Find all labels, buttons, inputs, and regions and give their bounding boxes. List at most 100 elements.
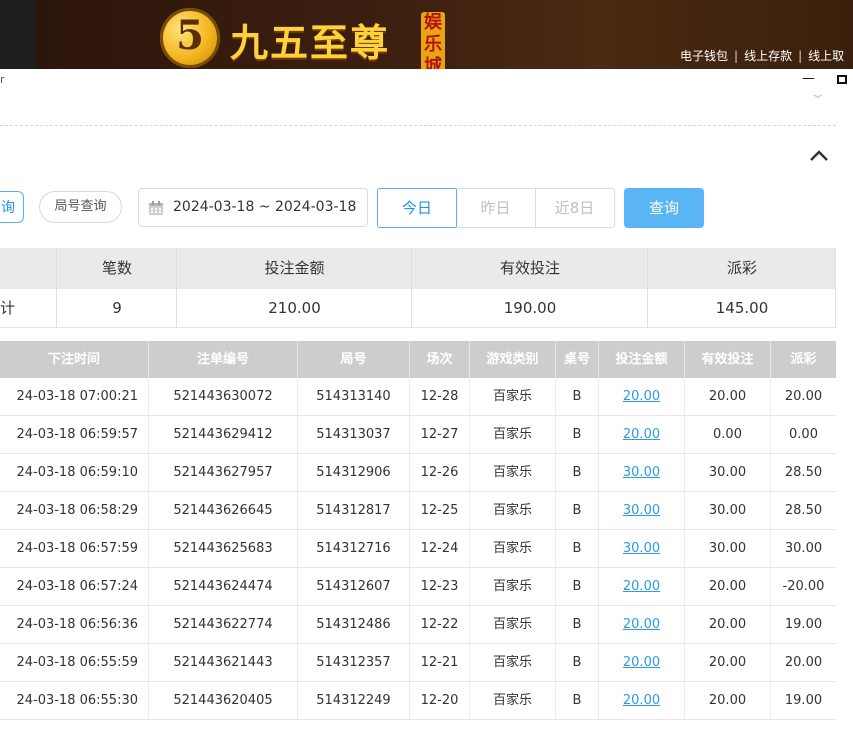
cell-bet-amount: 20.00 [599,682,685,719]
cell-valid-bet: 30.00 [685,492,771,529]
cell-payout: -20.00 [782,579,825,594]
summary-header-label [0,248,57,289]
cell-bet-amount: 30.00 [599,492,685,529]
date-range-picker[interactable]: 2024-03-18 ~ 2024-03-18 [138,188,368,227]
segment-yesterday[interactable]: 昨日 [456,188,536,228]
col-order-no: 注单编号 [149,341,298,378]
logo-icon: 5 [160,8,220,68]
banner-left-dark [0,0,36,69]
cell-order-no: 521443620405 [149,682,298,719]
cell-payout: 28.50 [784,503,823,518]
cell-table-no: B [556,530,599,567]
cell-round-no: 514312817 [298,492,410,529]
cell-bet-amount: 20.00 [599,606,685,643]
cell-table-no: B [556,606,599,643]
cell-order-no: 521443621443 [149,644,298,681]
cell-order-no: 521443625683 [149,530,298,567]
table-row: 24-03-18 06:56:36 521443622774 514312486 12… [0,606,836,644]
link-online-withdraw[interactable]: 线上取 [808,49,844,63]
cell-game-type: 百家乐 [470,454,556,491]
bet-amount-link[interactable]: 20.00 [623,427,660,442]
cell-bet-amount: 20.00 [599,568,685,605]
cell-game-type: 百家乐 [470,530,556,567]
cell-game-type: 百家乐 [470,378,556,415]
chevron-down-icon[interactable]: ⌄ [810,86,826,102]
cell-order-no: 521443624474 [149,568,298,605]
table-header: 下注时间 注单编号 局号 场次 游戏类别 桌号 投注金额 有效投注 派彩 [0,341,836,378]
link-ewallet[interactable]: 电子钱包 [680,49,728,63]
cell-bet-time: 24-03-18 06:57:24 [0,568,149,605]
cell-table-no: B [556,568,599,605]
cell-order-no: 521443630072 [149,378,298,415]
link-online-deposit[interactable]: 线上存款 [744,49,792,63]
cell-game-type: 百家乐 [470,568,556,605]
summary-header-count: 笔数 [57,248,177,289]
bet-amount-link[interactable]: 20.00 [623,579,660,594]
cell-round-no: 514312607 [298,568,410,605]
chevron-up-icon[interactable] [808,147,830,163]
summary-bet: 210.00 [177,289,412,328]
cell-bet-time: 24-03-18 06:59:57 [0,416,149,453]
cell-valid-bet: 0.00 [685,416,771,453]
minimize-icon[interactable]: — [802,71,816,86]
col-session: 场次 [410,341,470,378]
cell-payout: 28.50 [784,465,823,480]
segment-today[interactable]: 今日 [377,188,457,228]
site-badge: 娱乐城 [421,12,445,69]
cell-valid-bet: 20.00 [685,644,771,681]
cell-session: 12-24 [410,530,470,567]
table-row: 24-03-18 06:59:10 521443627957 514312906 12… [0,454,836,492]
cell-table-no: B [556,492,599,529]
cell-payout: 20.00 [784,655,823,670]
cell-payout: 19.00 [784,617,823,632]
col-table-no: 桌号 [556,341,599,378]
cell-bet-amount: 20.00 [599,378,685,415]
cell-bet-time: 24-03-18 06:57:59 [0,530,149,567]
cell-session: 12-22 [410,606,470,643]
cell-round-no: 514313140 [298,378,410,415]
table-row: 24-03-18 06:55:59 521443621443 514312357 12… [0,644,836,682]
cell-bet-amount: 20.00 [599,416,685,453]
cell-bet-time: 24-03-18 06:58:29 [0,492,149,529]
site-title: 九五至尊 [230,20,391,65]
bet-amount-link[interactable]: 20.00 [623,655,660,670]
col-game-type: 游戏类别 [470,341,556,378]
bet-amount-link[interactable]: 30.00 [623,541,660,556]
cell-table-no: B [556,378,599,415]
maximize-icon[interactable] [837,75,847,84]
cell-session: 12-26 [410,454,470,491]
cell-bet-amount: 20.00 [599,644,685,681]
divider [0,125,836,126]
cell-table-no: B [556,682,599,719]
cell-table-no: B [556,644,599,681]
cell-game-type: 百家乐 [470,416,556,453]
table-row: 24-03-18 06:57:24 521443624474 514312607 12… [0,568,836,606]
cell-valid-bet: 20.00 [685,378,771,415]
cell-round-no: 514312249 [298,682,410,719]
cell-session: 12-27 [410,416,470,453]
round-query-tab[interactable]: 局号查询 [39,191,122,223]
cell-bet-time: 24-03-18 06:55:59 [0,644,149,681]
cell-valid-bet: 20.00 [685,606,771,643]
bet-amount-link[interactable]: 20.00 [623,693,660,708]
query-button[interactable]: 查询 [624,188,704,228]
bet-amount-link[interactable]: 30.00 [623,465,660,480]
site-banner: 5 九五至尊 娱乐城 电子钱包 | 线上存款 | 线上取 [0,0,853,69]
segment-last-8-days[interactable]: 近8日 [535,188,615,228]
col-bet-amount: 投注金额 [599,341,685,378]
bet-record-panel: r — ⌄ 询 局号查询 2024-03-18 ~ 2024-03-18 今日 … [0,69,853,731]
cell-round-no: 514313037 [298,416,410,453]
cell-game-type: 百家乐 [470,606,556,643]
col-payout: 派彩 [790,352,817,367]
cell-bet-time: 24-03-18 06:55:30 [0,682,149,719]
bet-amount-link[interactable]: 20.00 [623,617,660,632]
order-query-tab[interactable]: 询 [0,191,24,223]
window-title-fragment: r [0,73,5,86]
cell-bet-time: 24-03-18 06:56:36 [0,606,149,643]
col-round-no: 局号 [298,341,410,378]
bet-amount-link[interactable]: 20.00 [623,389,660,404]
cell-table-no: B [556,416,599,453]
cell-payout: 30.00 [784,541,823,556]
bet-amount-link[interactable]: 30.00 [623,503,660,518]
cell-session: 12-23 [410,568,470,605]
